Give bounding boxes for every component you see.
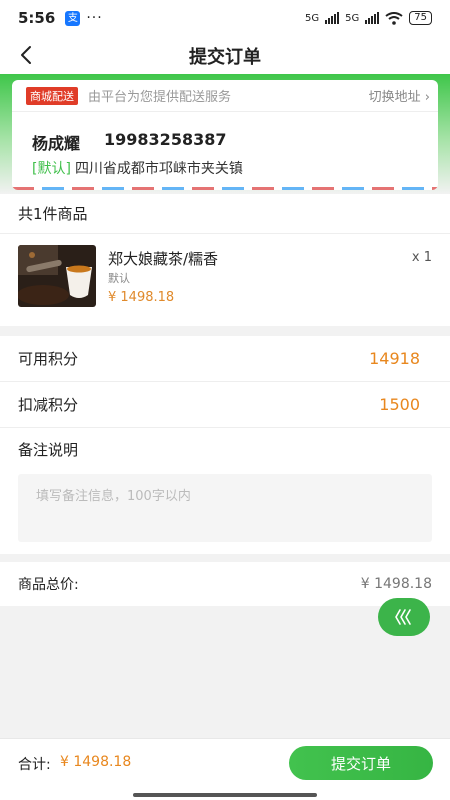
deduct-points-value: 1500 [379,395,420,414]
status-indicators: 5G 5G 75 [305,11,432,25]
product-name: 郑大娘藏茶/糯香 [108,250,219,268]
switch-address-link[interactable]: 切换地址 › [369,86,430,105]
alipay-icon: 支 [65,10,81,26]
submit-order-button[interactable]: 提交订单 [289,746,433,780]
available-points-label: 可用积分 [18,350,79,368]
floating-menu-button[interactable] [378,598,430,636]
recipient-row: 杨成耀 19983258387 [12,112,438,154]
airmail-stripe [12,187,438,190]
available-points-value: 14918 [369,349,420,368]
remark-label: 备注说明 [18,441,79,459]
network-label-1: 5G [305,12,320,24]
total-value: ¥ 1498.18 [60,754,132,770]
signal-icon [365,12,380,24]
goods-item[interactable]: 郑大娘藏茶/糯香 默认 ¥ 1498.18 x 1 [0,234,450,326]
product-quantity: x 1 [411,250,432,265]
goods-section: 共1件商品 郑大娘藏茶/糯香 默认 ¥ 1498.18 x 1 [0,194,450,326]
wifi-icon [385,11,403,25]
product-price: ¥ 1498.18 [108,290,175,305]
total-label: 合计: [18,757,51,773]
deduct-points-row: 扣减积分 1500 [0,382,450,428]
bottom-bar: 合计: ¥ 1498.18 提交订单 [0,738,450,800]
nav-bar: 提交订单 [0,36,450,74]
status-time: 5:56 [18,9,56,27]
signal-icon [325,12,340,24]
more-notifications-icon: ··· [86,10,103,26]
remark-input[interactable] [18,474,432,542]
goods-total-row: 商品总价: ¥ 1498.18 [0,562,450,606]
product-spec: 默认 [108,272,130,285]
goods-count: 共1件商品 [0,194,450,234]
delivery-info-row: 商城配送 由平台为您提供配送服务 切换地址 › [12,80,438,112]
goods-total-label: 商品总价: [18,577,79,593]
network-label-2: 5G [345,12,360,24]
delivery-description: 由平台为您提供配送服务 [88,90,232,105]
points-section: 可用积分 14918 扣减积分 1500 备注说明 [0,336,450,554]
available-points-row: 可用积分 14918 [0,336,450,382]
goods-total-value: ¥ 1498.18 [360,576,432,592]
status-bar: 5:56 支 ··· 5G 5G 75 [0,0,450,36]
delivery-badge: 商城配送 [26,86,78,105]
battery-icon: 75 [409,11,432,25]
page-title: 提交订单 [189,47,261,68]
recipient-name: 杨成耀 [32,134,81,153]
default-tag: [默认] [32,161,71,177]
product-image [18,245,96,307]
address-line: [默认] 四川省成都市邛崃市夹关镇 [12,154,438,178]
home-indicator[interactable] [133,793,317,797]
deduct-points-label: 扣减积分 [18,396,79,414]
address-card[interactable]: 商城配送 由平台为您提供配送服务 切换地址 › 杨成耀 19983258387 … [12,80,438,190]
address-detail: 四川省成都市邛崃市夹关镇 [74,161,243,177]
recipient-phone: 19983258387 [104,130,227,149]
triple-chevron-icon [395,609,411,625]
